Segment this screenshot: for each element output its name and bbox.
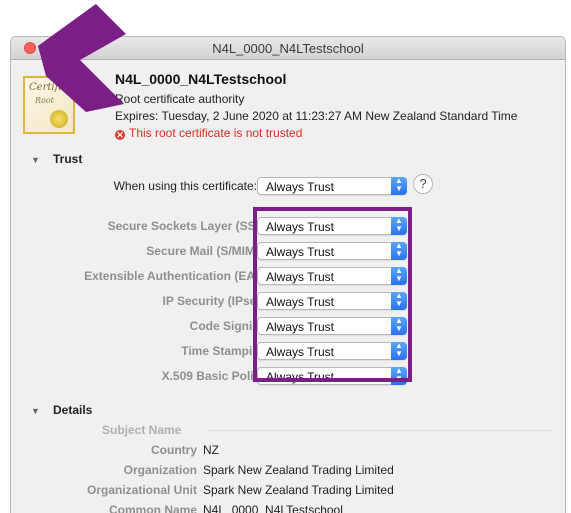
error-icon: ✕ [115, 130, 125, 140]
detail-label-org-unit: Organizational Unit [86, 483, 197, 497]
when-using-value: Always Trust [266, 180, 335, 194]
trust-section-toggle[interactable]: ▼ Trust [31, 152, 82, 166]
subject-name-divider [207, 430, 553, 431]
certificate-expiry: Expires: Tuesday, 2 June 2020 at 11:23:2… [115, 109, 518, 123]
detail-value-organization: Spark New Zealand Trading Limited [203, 463, 394, 477]
trust-warning-text: This root certificate is not trusted [129, 126, 303, 140]
details-section-label: Details [53, 403, 93, 417]
help-button[interactable]: ? [413, 174, 433, 194]
seal-icon [50, 110, 68, 128]
annotation-arrow-icon [38, 4, 126, 112]
detail-label-country: Country [151, 443, 197, 457]
detail-label-organization: Organization [123, 463, 197, 477]
subject-name-heading: Subject Name [102, 423, 182, 437]
disclosure-triangle-icon[interactable]: ▼ [31, 406, 53, 416]
when-using-popup[interactable]: Always Trust ▲ ▼ [257, 177, 407, 195]
detail-value-org-unit: Spark New Zealand Trading Limited [203, 483, 394, 497]
popup-arrows-icon: ▲ ▼ [391, 177, 407, 195]
detail-value-country: NZ [203, 443, 219, 457]
trust-label-eap: Extensible Authentication (EAP) [84, 269, 267, 283]
trust-label-x509: X.509 Basic Policy [161, 369, 267, 383]
trust-label-ssl: Secure Sockets Layer (SSL) [107, 219, 267, 233]
trust-label-ipsec: IP Security (IPsec) [162, 294, 268, 308]
highlight-box [253, 207, 412, 382]
trust-warning: ✕ This root certificate is not trusted [115, 126, 302, 140]
trust-section-label: Trust [53, 152, 83, 166]
certificate-name: N4L_0000_N4LTestschool [115, 71, 287, 87]
trust-label-smime: Secure Mail (S/MIME) [146, 244, 267, 258]
disclosure-triangle-icon[interactable]: ▼ [31, 155, 53, 165]
when-using-label: When using this certificate: [113, 179, 257, 193]
details-section-toggle[interactable]: ▼ Details [31, 403, 92, 417]
